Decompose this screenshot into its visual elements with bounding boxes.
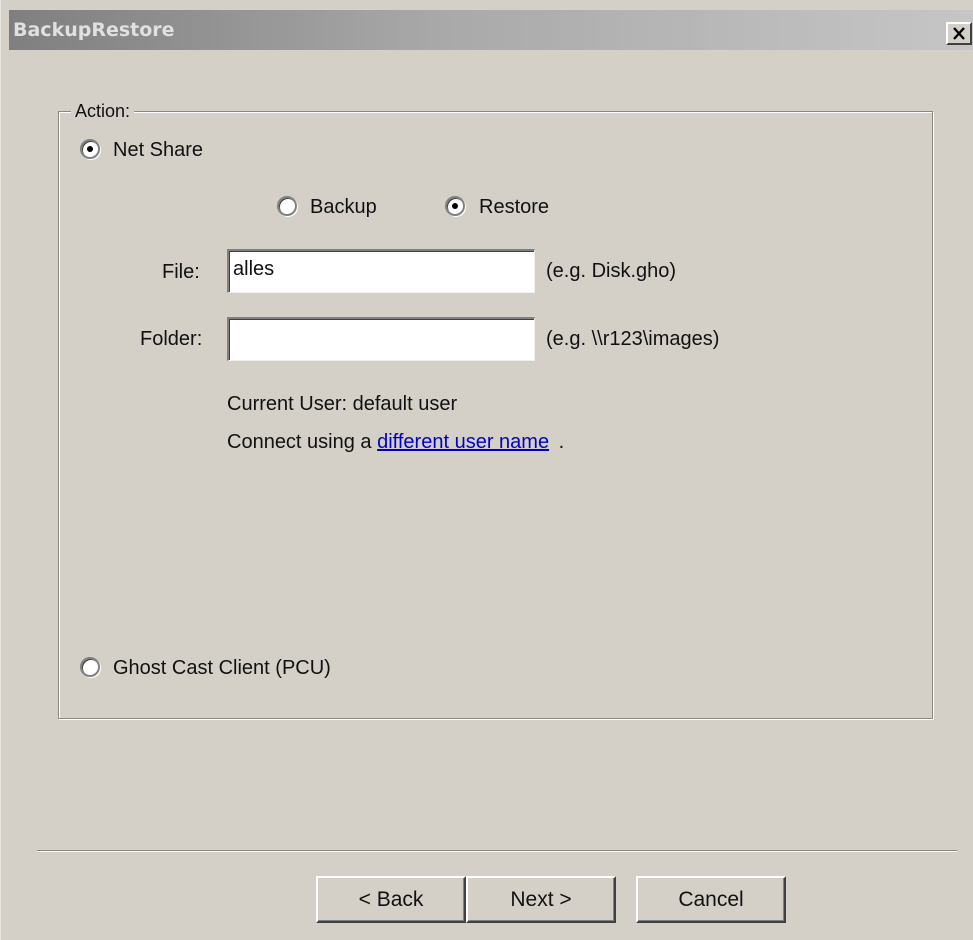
backup-radio[interactable] <box>277 196 297 216</box>
restore-radio[interactable] <box>445 196 465 216</box>
close-button[interactable] <box>946 22 972 45</box>
folder-hint: (e.g. \\r123\images) <box>546 328 720 350</box>
cancel-button[interactable]: Cancel <box>636 876 786 923</box>
back-button[interactable]: < Back <box>316 876 466 923</box>
action-legend: Action: <box>71 101 135 122</box>
ghost-cast-label[interactable]: Ghost Cast Client (PCU) <box>113 657 331 680</box>
close-icon <box>953 27 965 40</box>
file-input[interactable]: alles <box>227 249 535 293</box>
net-share-label[interactable]: Net Share <box>113 139 203 162</box>
current-user-text: Current User: default user <box>227 393 458 415</box>
window-title: BackupRestore <box>13 19 175 41</box>
restore-label[interactable]: Restore <box>479 196 549 219</box>
ghost-cast-radio[interactable] <box>80 657 100 677</box>
different-user-link[interactable]: different user name <box>377 431 549 453</box>
connect-suffix: . <box>558 431 565 453</box>
connect-prefix: Connect using a <box>227 431 372 453</box>
footer-separator-highlight <box>37 851 957 852</box>
backup-restore-dialog: BackupRestore Action: Net Share Backup R… <box>0 0 973 940</box>
folder-label: Folder: <box>140 328 203 350</box>
next-button[interactable]: Next > <box>466 876 616 923</box>
file-hint: (e.g. Disk.gho) <box>546 260 677 282</box>
file-label: File: <box>162 261 200 283</box>
connect-line: Connect using a different user name . <box>227 431 564 454</box>
title-bar: BackupRestore <box>9 10 973 50</box>
folder-input[interactable] <box>227 317 535 361</box>
net-share-radio[interactable] <box>80 139 100 159</box>
backup-label[interactable]: Backup <box>310 196 377 219</box>
